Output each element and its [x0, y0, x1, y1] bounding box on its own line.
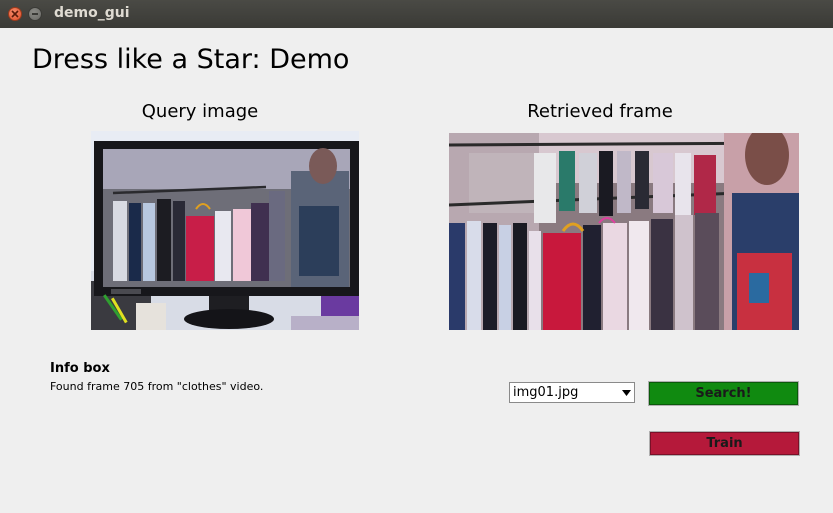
query-image-label: Query image: [141, 101, 259, 122]
image-select-value: img01.jpg: [513, 385, 579, 400]
window-close-button[interactable]: [8, 7, 22, 21]
window-titlebar: demo_gui: [0, 0, 833, 28]
query-image: [91, 131, 359, 330]
train-button[interactable]: Train: [649, 431, 800, 456]
window-minimize-button[interactable]: [28, 7, 42, 21]
close-icon: [11, 10, 19, 18]
retrieved-frame-image: [449, 133, 799, 330]
search-button[interactable]: Search!: [648, 381, 799, 406]
image-select-dropdown[interactable]: img01.jpg: [509, 382, 635, 403]
window-title: demo_gui: [54, 5, 130, 21]
retrieved-frame-label: Retrieved frame: [527, 101, 673, 122]
info-box-title: Info box: [50, 361, 110, 376]
chevron-down-icon: [622, 390, 631, 396]
info-box-text: Found frame 705 from "clothes" video.: [50, 380, 264, 393]
app-title: Dress like a Star: Demo: [32, 44, 350, 75]
